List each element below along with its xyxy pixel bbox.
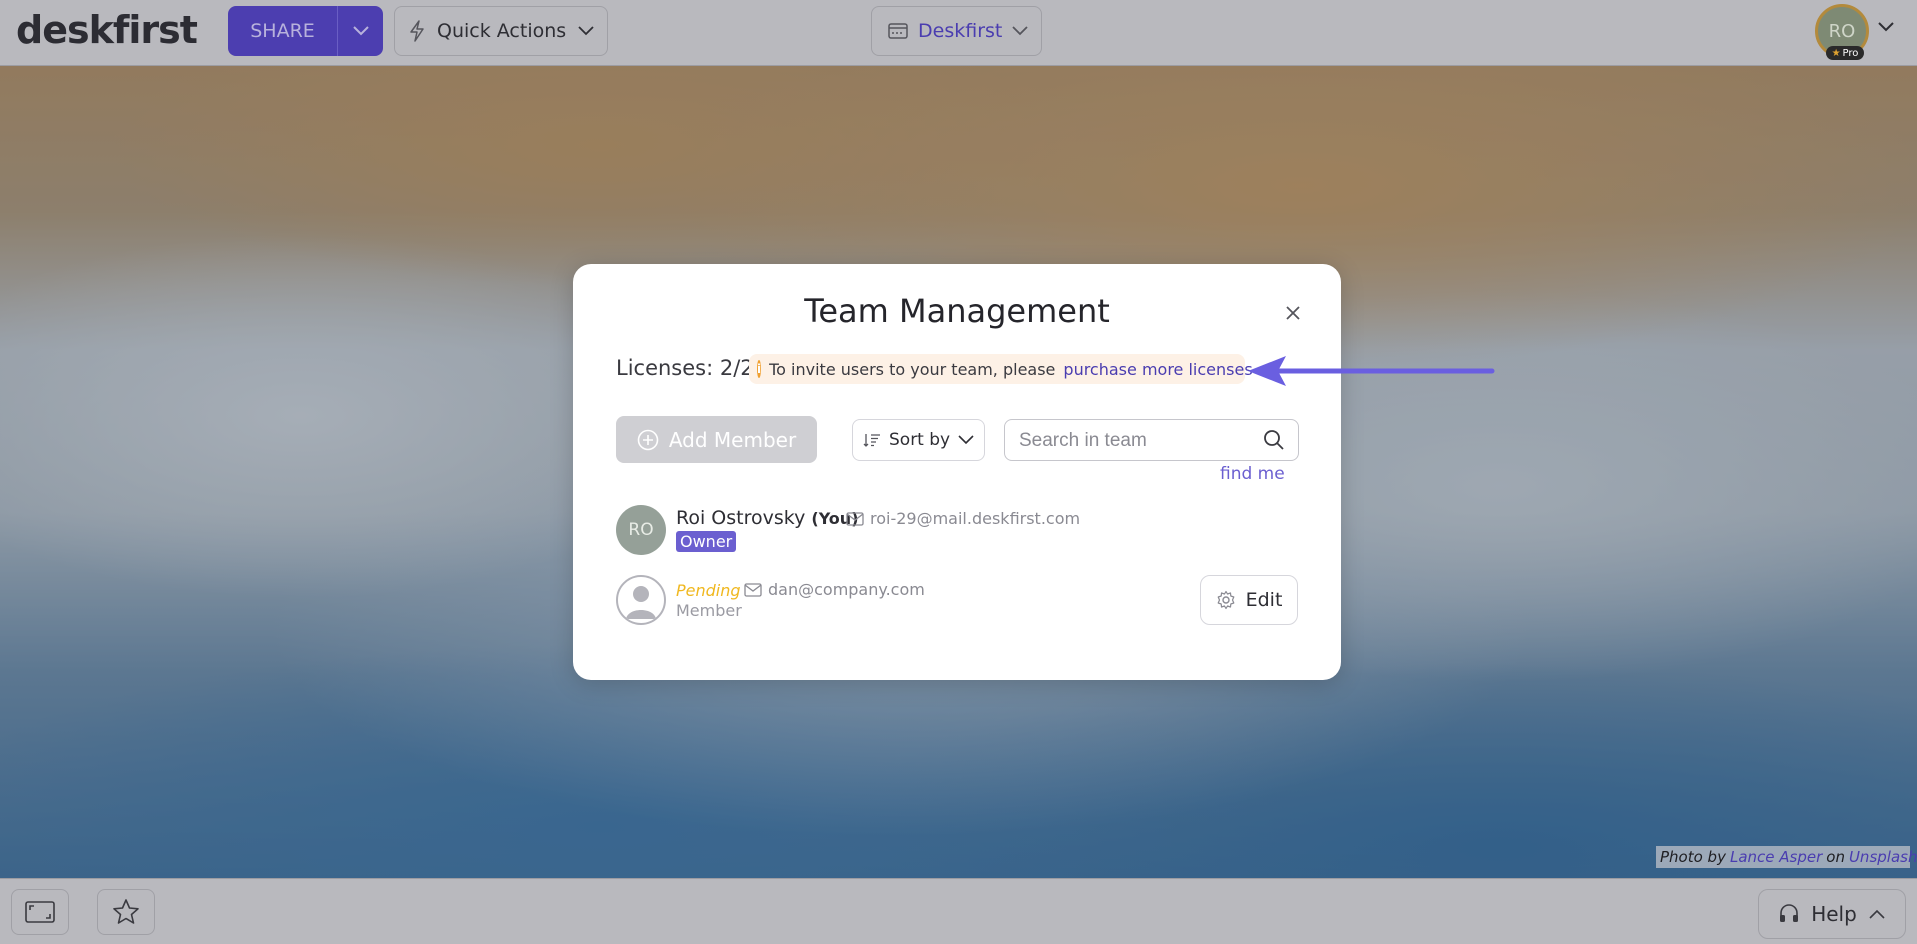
fullscreen-button[interactable]: [11, 889, 69, 935]
lightning-icon: [410, 20, 424, 42]
team-member-row: Pending dan@company.com Member Edit: [616, 575, 1306, 633]
pro-label: Pro: [1842, 47, 1859, 59]
member-email-text: roi-29@mail.deskfirst.com: [870, 509, 1081, 528]
member-name: Roi Ostrovsky (You): [676, 507, 859, 529]
headset-icon: [1780, 904, 1799, 922]
chevron-down-icon: [1012, 26, 1028, 36]
help-button[interactable]: Help: [1758, 889, 1906, 939]
photographer-link[interactable]: Lance Asper: [1730, 848, 1822, 866]
find-me-link[interactable]: find me: [1220, 464, 1285, 484]
user-icon: [626, 586, 656, 619]
member-email-text: dan@company.com: [768, 580, 925, 599]
window-icon: [888, 23, 908, 39]
fullscreen-icon: [25, 901, 55, 923]
license-info-banner: i To invite users to your team, please p…: [749, 354, 1253, 384]
avatar: [616, 575, 666, 625]
favorites-button[interactable]: [97, 889, 155, 935]
member-name-text: Roi Ostrovsky: [676, 507, 806, 529]
member-email: dan@company.com: [744, 580, 925, 599]
star-icon: ★: [1831, 47, 1841, 59]
owner-role-badge: Owner: [676, 531, 737, 552]
star-icon: [113, 899, 139, 924]
member-email: roi-29@mail.deskfirst.com: [846, 509, 1080, 528]
avatar-dropdown-button[interactable]: [1877, 18, 1895, 37]
info-icon: i: [757, 360, 762, 378]
sort-by-dropdown[interactable]: Sort by: [852, 419, 985, 461]
chevron-down-icon: [958, 435, 974, 445]
bottom-bar: Help: [0, 878, 1917, 944]
close-button[interactable]: [1285, 302, 1301, 327]
top-bar: deskfirst SHARE Quick Actions Deskfirst …: [0, 0, 1917, 66]
avatar-initials: RO: [1828, 20, 1856, 42]
plus-circle-icon: [637, 429, 659, 450]
share-label[interactable]: SHARE: [228, 6, 338, 56]
edit-label: Edit: [1245, 589, 1283, 611]
share-button[interactable]: SHARE: [228, 6, 383, 56]
mail-icon: [846, 511, 864, 526]
team-management-modal: Team Management Licenses: 2/2 i To invit…: [573, 264, 1341, 680]
workspace-label: Deskfirst: [918, 20, 1003, 42]
licenses-count: Licenses: 2/2: [616, 356, 754, 380]
avatar: RO: [616, 505, 666, 555]
arrow-icon: [1248, 356, 1495, 386]
pro-badge: ★ Pro: [1826, 46, 1864, 60]
share-dropdown-button[interactable]: [338, 6, 383, 56]
license-info-text: To invite users to your team, please: [769, 359, 1056, 379]
credit-middle: on: [1826, 848, 1845, 866]
workspace-selector[interactable]: Deskfirst: [871, 6, 1042, 56]
gear-icon: [1217, 590, 1234, 610]
quick-actions-button[interactable]: Quick Actions: [394, 6, 608, 56]
pending-status: Pending: [676, 581, 741, 600]
purchase-licenses-link[interactable]: purchase more licenses: [1063, 360, 1252, 379]
add-member-button[interactable]: Add Member: [616, 416, 817, 463]
chevron-down-icon: [578, 26, 594, 36]
chevron-down-icon: [352, 26, 369, 36]
add-member-label: Add Member: [668, 427, 797, 452]
edit-member-button[interactable]: Edit: [1200, 575, 1298, 625]
sort-icon: [863, 434, 880, 447]
sort-by-label: Sort by: [889, 430, 951, 450]
help-label: Help: [1811, 902, 1857, 926]
chevron-up-icon: [1869, 909, 1885, 919]
avatar-initials: RO: [628, 520, 654, 540]
modal-title: Team Management: [804, 292, 1110, 330]
search-icon[interactable]: [1263, 429, 1285, 451]
mail-icon: [744, 582, 762, 597]
unsplash-link[interactable]: Unsplash: [1849, 848, 1917, 866]
member-role: Member: [676, 601, 742, 620]
quick-actions-label: Quick Actions: [437, 20, 567, 42]
app-logo[interactable]: deskfirst: [16, 8, 198, 52]
search-team-field[interactable]: [1004, 419, 1299, 461]
search-input[interactable]: [1019, 428, 1249, 454]
photo-credit: Photo by Lance Asper on Unsplash: [1656, 846, 1917, 868]
credit-prefix: Photo by: [1660, 848, 1726, 866]
team-member-row: RO Roi Ostrovsky (You) roi-29@mail.deskf…: [616, 505, 1306, 563]
close-icon: [1286, 306, 1300, 320]
chevron-down-icon: [1878, 22, 1894, 32]
